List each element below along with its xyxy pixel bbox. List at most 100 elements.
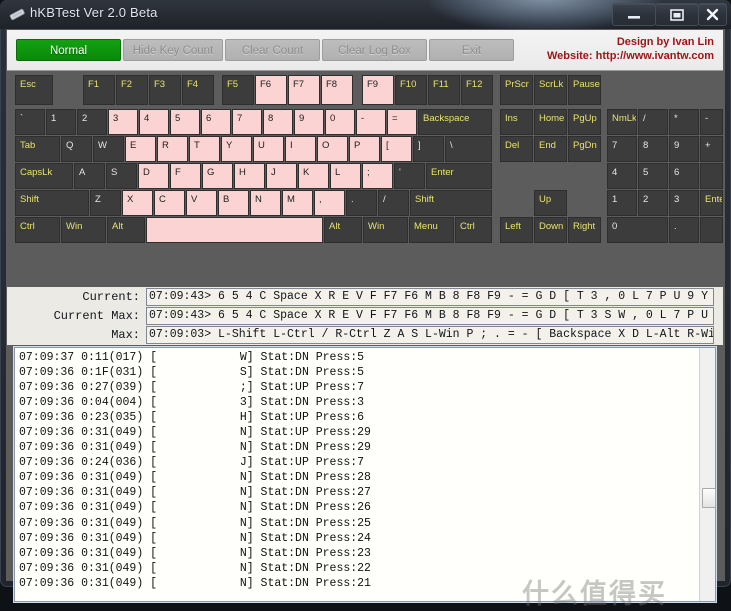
key-up-r4c12: Up: [534, 190, 567, 216]
key-pgup-r1c16: PgUp: [568, 109, 601, 135]
key-9-r1c9: 9: [294, 109, 324, 135]
key-win-r5c1: Win: [61, 217, 106, 243]
key-blank-r5c3: [146, 217, 323, 243]
log-scrollbar[interactable]: [699, 348, 716, 601]
key-tab-r2c0: Tab: [15, 136, 60, 162]
key-f1-r0c1: F1: [83, 75, 115, 105]
key-0-r5c11: 0: [607, 217, 668, 243]
credit-block: Design by Ivan Lin Website: http://www.i…: [547, 35, 714, 63]
key-u-r2c7: U: [253, 136, 284, 162]
key-0-r1c10: 0: [325, 109, 355, 135]
max-value[interactable]: 07:09:03> L-Shift L-Ctrl / R-Ctrl Z A S …: [146, 326, 714, 344]
key-1-r4c13: 1: [607, 190, 637, 216]
key-enter-r4c16: Enter: [700, 190, 723, 216]
key-blank-r1c20: -: [700, 109, 723, 135]
maximize-button[interactable]: [655, 3, 699, 26]
key-e-r2c3: E: [125, 136, 156, 162]
key-f9-r0c9: F9: [362, 75, 394, 105]
key-4-r1c4: 4: [139, 109, 169, 135]
keyboard-map: Esc F1 F2 F3 F4 F5 F6 F7 F8 F9 F10 F11 F12 PrScr ScrLk…: [7, 71, 723, 286]
key-x-r4c2: X: [122, 190, 153, 216]
key-blank-r2c13: \: [445, 136, 492, 162]
key-blank-r4c8: ,: [314, 190, 345, 216]
readout-panel: Current: 07:09:43> 6 5 4 C Space X R E V…: [7, 287, 723, 345]
current-row: Current: 07:09:43> 6 5 4 C Space X R E V…: [7, 288, 723, 307]
minimize-button[interactable]: [612, 3, 656, 26]
key-6-r3c15: 6: [669, 163, 699, 189]
close-button[interactable]: [698, 3, 727, 26]
key-pause-r0c15: Pause: [568, 75, 601, 105]
toolbar: Normal Hide Key Count Clear Count Clear …: [7, 30, 723, 71]
max-row: Max: 07:09:03> L-Shift L-Ctrl / R-Ctrl Z…: [7, 326, 723, 345]
key-enter-r3c12: Enter: [426, 163, 492, 189]
key-ctrl-r5c0: Ctrl: [15, 217, 60, 243]
key-alt-r5c4: Alt: [324, 217, 362, 243]
key-f8-r0c8: F8: [321, 75, 353, 105]
key-f7-r0c7: F7: [288, 75, 320, 105]
key-y-r2c6: Y: [221, 136, 252, 162]
current-value[interactable]: 07:09:43> 6 5 4 C Space X R E V F F7 F6 …: [146, 288, 714, 306]
key-9-r2c19: 9: [669, 136, 699, 162]
key-win-r5c5: Win: [363, 217, 408, 243]
key-c-r4c3: C: [154, 190, 185, 216]
key-6-r1c6: 6: [201, 109, 231, 135]
key-home-r1c15: Home: [534, 109, 567, 135]
key-ctrl-r5c7: Ctrl: [455, 217, 492, 243]
key-1-r1c1: 1: [46, 109, 76, 135]
key-5-r3c14: 5: [638, 163, 668, 189]
key-q-r2c1: Q: [61, 136, 92, 162]
key-r-r2c4: R: [157, 136, 188, 162]
current-max-value[interactable]: 07:09:43> 6 5 4 C Space X R E V F F7 F6 …: [146, 307, 714, 325]
key-blank-r2c12: ]: [413, 136, 444, 162]
key-menu-r5c6: Menu: [409, 217, 454, 243]
key-f4-r0c4: F4: [182, 75, 214, 105]
key-s-r3c2: S: [106, 163, 137, 189]
key-z-r4c1: Z: [90, 190, 121, 216]
key-esc-r0c0: Esc: [15, 75, 53, 105]
key-right-r5c10: Right: [568, 217, 601, 243]
key-blank-r1c19: *: [669, 109, 699, 135]
key-f5-r0c5: F5: [222, 75, 254, 105]
key-o-r2c9: O: [317, 136, 348, 162]
key-h-r3c6: H: [234, 163, 265, 189]
normal-button[interactable]: Normal: [16, 39, 121, 61]
key-l-r3c9: L: [330, 163, 361, 189]
key-shift-r4c0: Shift: [15, 190, 89, 216]
key-blank-r1c0: `: [15, 109, 45, 135]
key-pgdn-r2c16: PgDn: [568, 136, 601, 162]
clear-log-box-button[interactable]: Clear Log Box: [322, 39, 427, 61]
key-f-r3c4: F: [170, 163, 201, 189]
key-blank-r2c20: +: [700, 136, 723, 162]
key-blank-r5c13: [700, 217, 723, 243]
key-blank-r1c12: =: [387, 109, 417, 135]
scrollbar-thumb[interactable]: [702, 488, 716, 508]
key-j-r3c7: J: [266, 163, 297, 189]
key-f11-r0c11: F11: [428, 75, 460, 105]
key-prscr-r0c13: PrScr: [500, 75, 533, 105]
title-bar[interactable]: hKBTest Ver 2.0 Beta: [0, 0, 731, 29]
key-blank-r4c9: .: [346, 190, 377, 216]
key-left-r5c8: Left: [500, 217, 533, 243]
key-blank-r5c12: .: [669, 217, 699, 243]
clear-count-button[interactable]: Clear Count: [225, 39, 320, 61]
key-f2-r0c2: F2: [116, 75, 148, 105]
log-box[interactable]: 07:09:37 0:11(017) [ W] Stat:DN Press:5 …: [14, 347, 716, 602]
key-2-r4c14: 2: [638, 190, 668, 216]
key-del-r2c14: Del: [500, 136, 533, 162]
current-label: Current:: [82, 290, 140, 304]
hide-key-count-button[interactable]: Hide Key Count: [123, 39, 223, 61]
key-g-r3c5: G: [202, 163, 233, 189]
key-f10-r0c10: F10: [395, 75, 427, 105]
key-down-r5c9: Down: [534, 217, 567, 243]
key-shift-r4c11: Shift: [410, 190, 492, 216]
key-p-r2c10: P: [349, 136, 380, 162]
key-blank-r1c11: -: [356, 109, 386, 135]
key-nmlk-r1c17: NmLk: [607, 109, 637, 135]
keyboard-icon: [9, 7, 25, 22]
key-a-r3c1: A: [74, 163, 105, 189]
key-t-r2c5: T: [189, 136, 220, 162]
key-d-r3c3: D: [138, 163, 169, 189]
max-label: Max:: [111, 328, 140, 342]
application-window: hKBTest Ver 2.0 Beta Normal Hide Key Cou…: [0, 0, 731, 609]
exit-button[interactable]: Exit: [429, 39, 514, 61]
